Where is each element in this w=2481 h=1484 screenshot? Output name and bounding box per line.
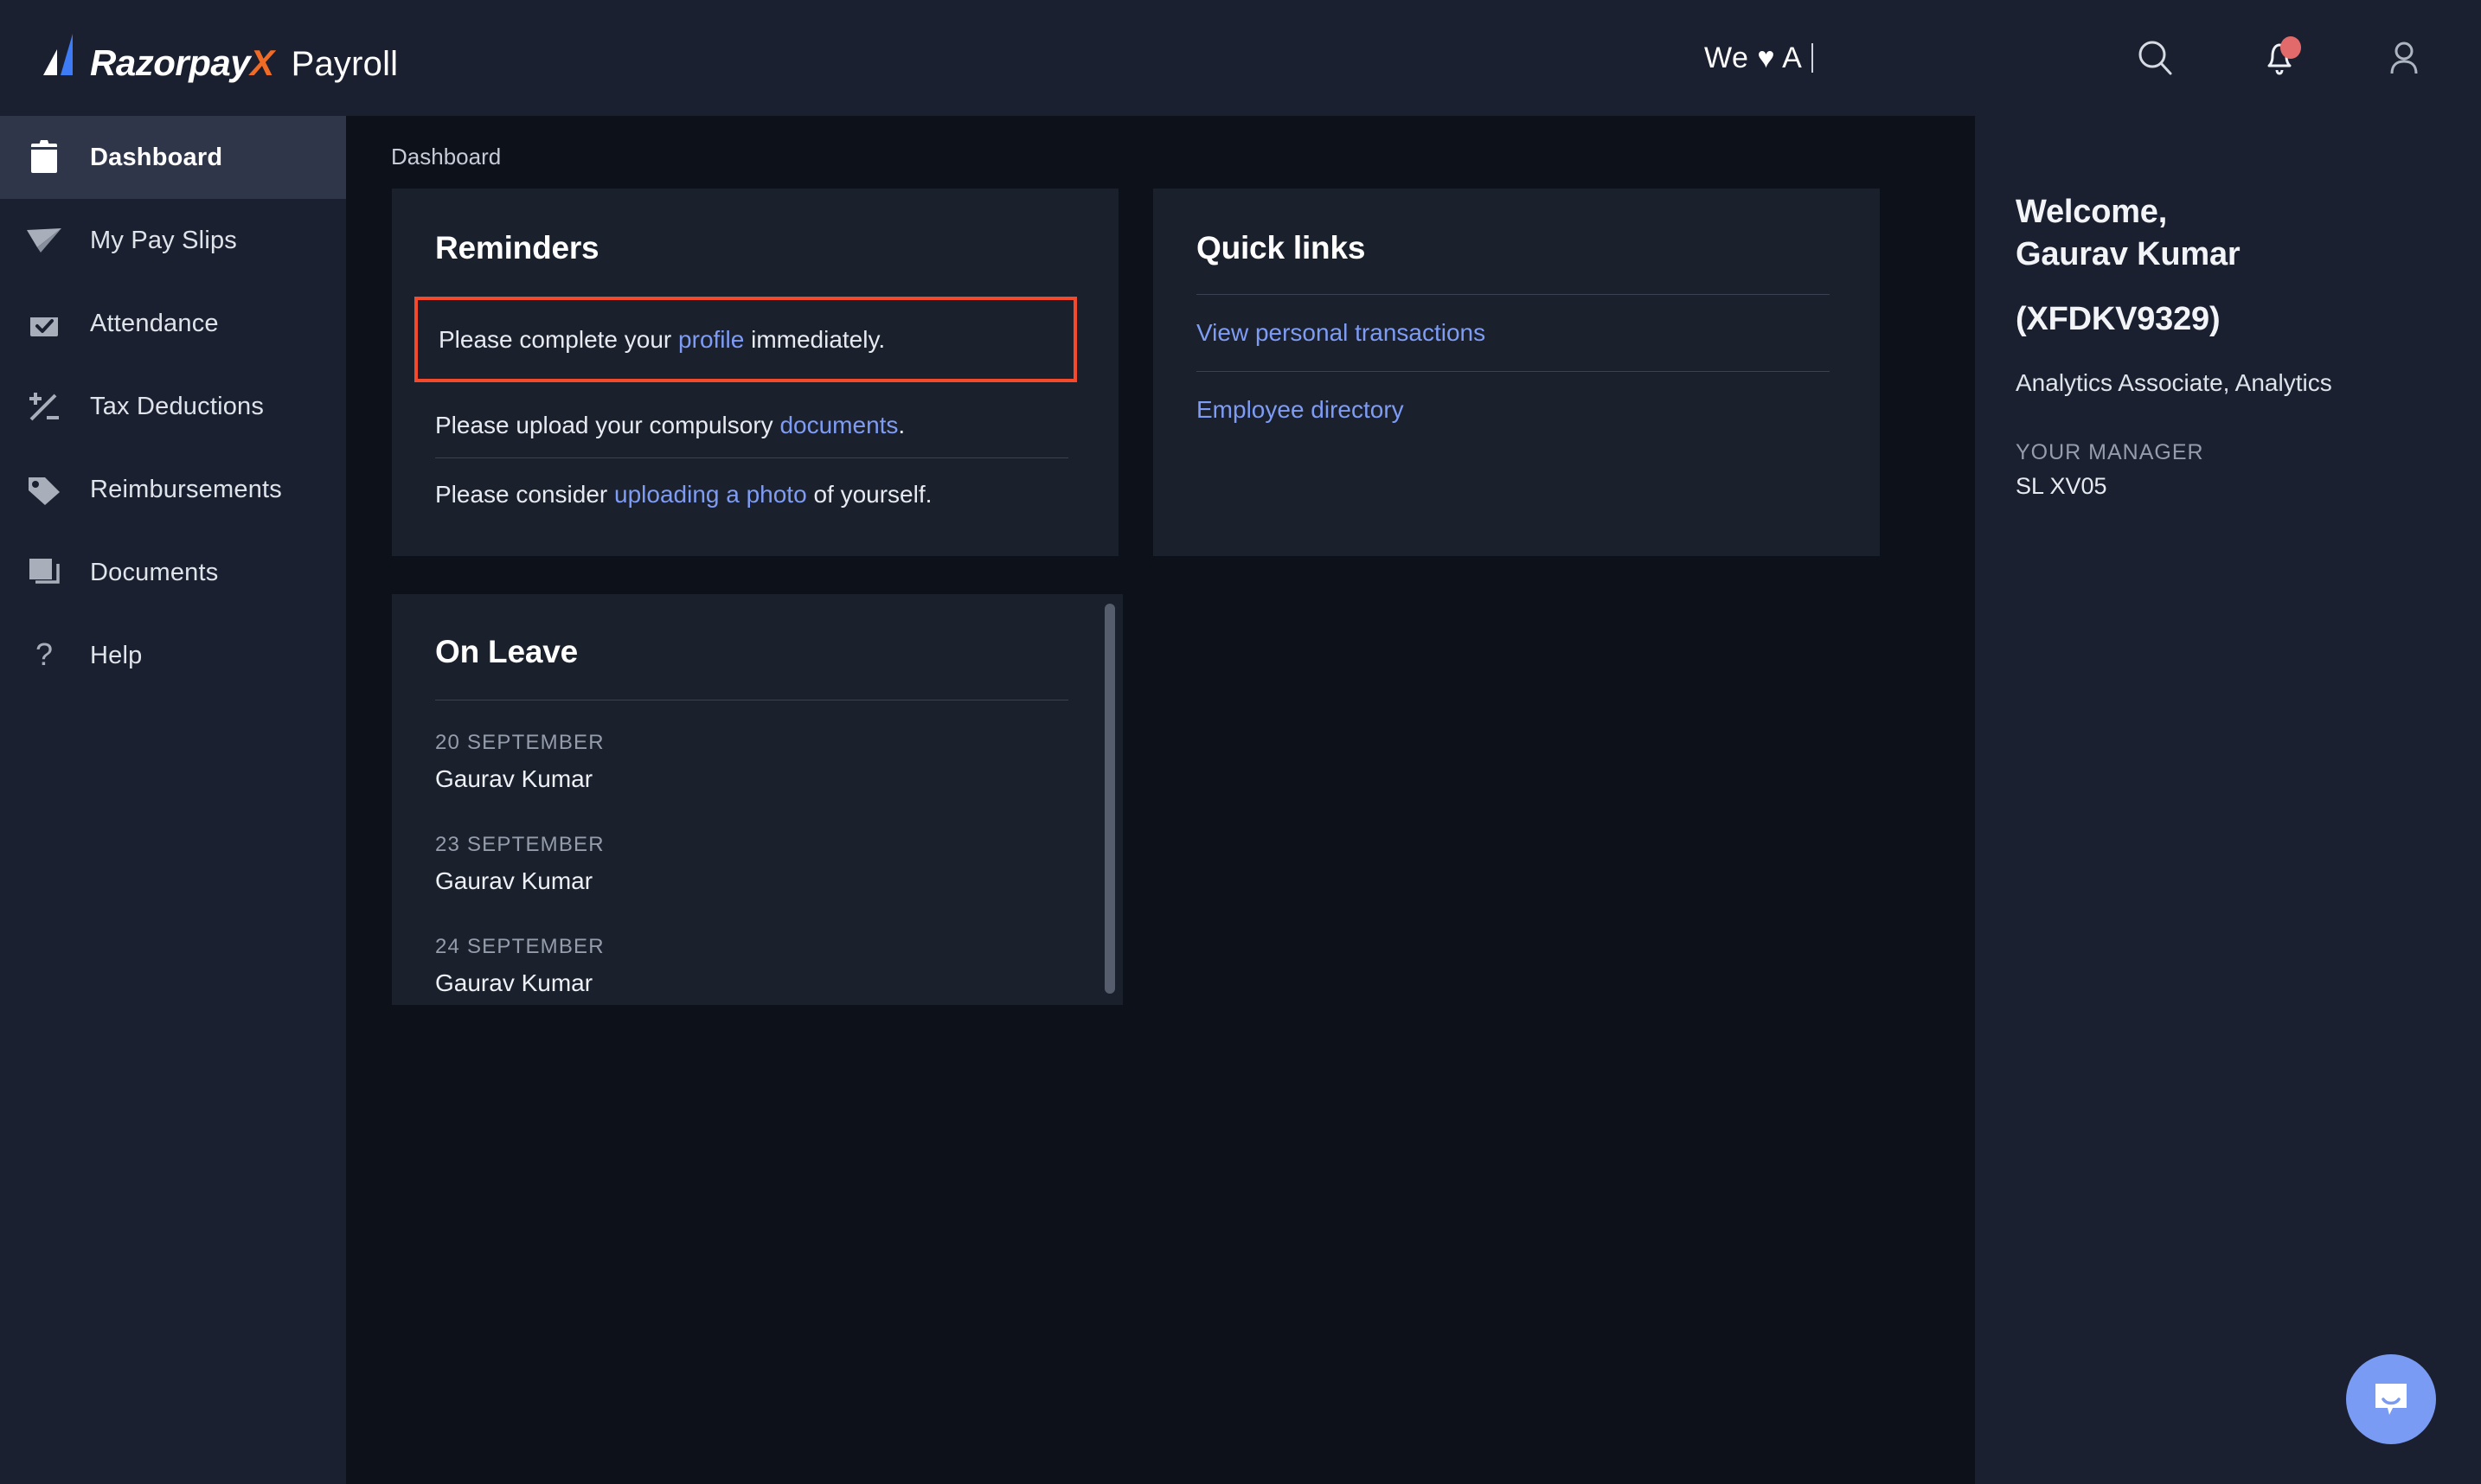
bell-icon[interactable] bbox=[2256, 35, 2303, 81]
employee-id: (XFDKV9329) bbox=[2016, 301, 2221, 338]
user-account-icon[interactable] bbox=[2381, 35, 2427, 81]
search-icon[interactable] bbox=[2132, 35, 2178, 81]
on-leave-entry: 20 SEPTEMBER Gaurav Kumar bbox=[435, 731, 1075, 793]
razorpayx-logo-mark bbox=[42, 32, 87, 75]
sidebar-item-dashboard[interactable]: Dashboard bbox=[0, 116, 346, 199]
sidebar-item-tax-deductions[interactable]: Tax Deductions bbox=[0, 365, 346, 448]
header-center-area: We ♥ A bbox=[1704, 0, 1814, 116]
sidebar-item-label: My Pay Slips bbox=[90, 226, 237, 254]
quick-links-card: Quick links View personal transactions E… bbox=[1153, 189, 1880, 556]
svg-text:?: ? bbox=[35, 637, 53, 672]
reminders-title: Reminders bbox=[435, 230, 599, 265]
welcome-greeting-line1: Welcome, bbox=[2016, 194, 2168, 230]
reminder-item-profile[interactable]: Please complete your profile immediately… bbox=[414, 297, 1077, 383]
sidebar-item-label: Reimbursements bbox=[90, 475, 282, 503]
header-icon-group bbox=[2132, 0, 2427, 116]
reminder-text-suffix: of yourself. bbox=[806, 481, 933, 509]
sidebar-item-label: Help bbox=[90, 641, 143, 669]
question-mark-icon: ? bbox=[24, 636, 64, 675]
on-leave-date: 24 SEPTEMBER bbox=[435, 935, 605, 958]
breadcrumb: Dashboard bbox=[391, 144, 502, 170]
profile-link[interactable]: profile bbox=[678, 326, 744, 353]
clipboard-icon bbox=[24, 138, 64, 177]
on-leave-name: Gaurav Kumar bbox=[435, 867, 593, 894]
quick-links-list: View personal transactions Employee dire… bbox=[1196, 294, 1837, 448]
employee-role: Analytics Associate, Analytics bbox=[2016, 369, 2332, 397]
quick-links-title: Quick links bbox=[1196, 230, 1366, 265]
on-leave-entry: 24 SEPTEMBER Gaurav Kumar bbox=[435, 935, 1075, 997]
quick-link-row[interactable]: View personal transactions bbox=[1196, 295, 1837, 371]
reminder-text-suffix: . bbox=[898, 412, 906, 439]
on-leave-card: On Leave 20 SEPTEMBER Gaurav Kumar 23 SE… bbox=[392, 594, 1123, 1005]
sidebar-item-reimbursements[interactable]: Reimbursements bbox=[0, 448, 346, 531]
sidebar-item-label: Documents bbox=[90, 558, 219, 586]
documents-link[interactable]: documents bbox=[779, 412, 898, 438]
brand-payroll-text: Payroll bbox=[291, 45, 399, 83]
sidebar-item-label: Attendance bbox=[90, 309, 219, 337]
right-profile-panel: Welcome, Gaurav Kumar (XFDKV9329) Analyt… bbox=[1975, 116, 2481, 1484]
sidebar-item-my-pay-slips[interactable]: My Pay Slips bbox=[0, 199, 346, 282]
reminder-text-prefix: Please complete your bbox=[439, 326, 679, 353]
reminder-text-prefix: Please upload your compulsory bbox=[435, 412, 780, 439]
tag-icon bbox=[24, 470, 64, 509]
brand-razorpay-text: RazorpayX bbox=[90, 42, 274, 83]
sidebar-item-label: Tax Deductions bbox=[90, 392, 265, 420]
chat-bubble-icon bbox=[2367, 1373, 2415, 1426]
on-leave-title: On Leave bbox=[435, 634, 578, 669]
welcome-user-name: Gaurav Kumar bbox=[2016, 235, 2241, 272]
sidebar-nav: Dashboard My Pay Slips Attendance Tax De… bbox=[0, 116, 346, 1484]
calendar-check-icon bbox=[24, 304, 64, 343]
on-leave-name: Gaurav Kumar bbox=[435, 969, 593, 996]
top-header: RazorpayX Payroll We ♥ A bbox=[0, 0, 2481, 116]
manager-name: SL XV05 bbox=[2016, 473, 2107, 500]
on-leave-list: 20 SEPTEMBER Gaurav Kumar 23 SEPTEMBER G… bbox=[435, 731, 1075, 1005]
brand-logo[interactable]: RazorpayX Payroll bbox=[42, 32, 398, 84]
sidebar-item-label: Dashboard bbox=[90, 143, 223, 171]
on-leave-scrollbar[interactable] bbox=[1105, 604, 1115, 994]
on-leave-date: 23 SEPTEMBER bbox=[435, 833, 605, 856]
reminder-item-photo[interactable]: Please consider uploading a photo of you… bbox=[435, 458, 1075, 525]
documents-icon bbox=[24, 553, 64, 592]
welcome-block: Welcome, Gaurav Kumar (XFDKV9329) Analyt… bbox=[2016, 191, 2448, 500]
reminders-list: Please complete your profile immediately… bbox=[414, 297, 1077, 526]
reminder-text-prefix: Please consider bbox=[435, 481, 615, 509]
sidebar-item-help[interactable]: ? Help bbox=[0, 614, 346, 697]
chat-support-button[interactable] bbox=[2346, 1354, 2436, 1444]
on-leave-name: Gaurav Kumar bbox=[435, 765, 593, 792]
sidebar-item-documents[interactable]: Documents bbox=[0, 531, 346, 614]
paper-plane-icon bbox=[24, 221, 64, 260]
quick-link-row[interactable]: Employee directory bbox=[1196, 372, 1837, 448]
on-leave-entry: 23 SEPTEMBER Gaurav Kumar bbox=[435, 833, 1075, 895]
text-cursor bbox=[1811, 43, 1814, 73]
reminders-card: Reminders Please complete your profile i… bbox=[392, 189, 1119, 556]
we-love-text: We ♥ A bbox=[1704, 42, 1814, 75]
manager-label: YOUR MANAGER bbox=[2016, 440, 2204, 465]
on-leave-date: 20 SEPTEMBER bbox=[435, 731, 605, 754]
main-content: Dashboard Reminders Please complete your… bbox=[346, 116, 1975, 1484]
reminder-text-suffix: immediately. bbox=[744, 326, 886, 353]
view-personal-transactions-link[interactable]: View personal transactions bbox=[1196, 319, 1485, 346]
notification-badge-dot bbox=[2280, 36, 2301, 59]
reminder-item-documents[interactable]: Please upload your compulsory documents. bbox=[435, 382, 1075, 457]
employee-directory-link[interactable]: Employee directory bbox=[1196, 396, 1404, 423]
plus-minus-icon bbox=[24, 387, 64, 426]
sidebar-item-attendance[interactable]: Attendance bbox=[0, 282, 346, 365]
brand-x-text: X bbox=[250, 42, 274, 83]
upload-photo-link[interactable]: uploading a photo bbox=[614, 481, 807, 508]
